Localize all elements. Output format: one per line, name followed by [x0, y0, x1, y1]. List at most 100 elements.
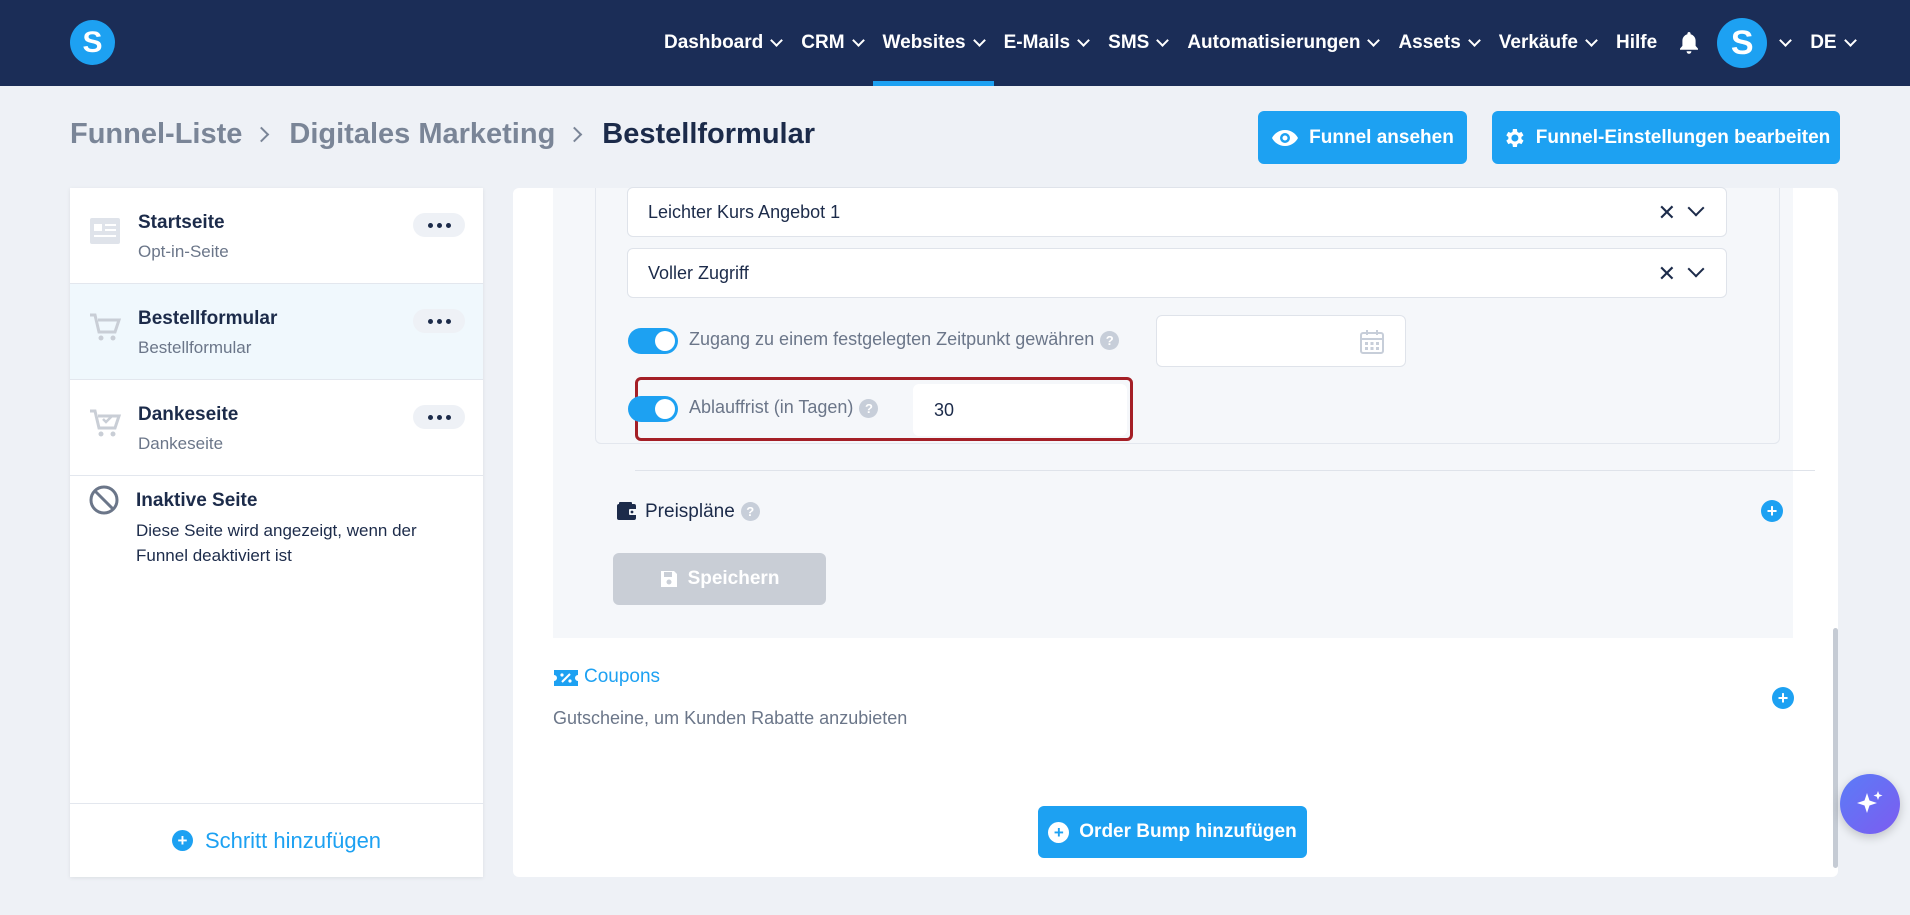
- order-bump-label: Order Bump hinzufügen: [1079, 821, 1297, 842]
- breadcrumb-funnel-list[interactable]: Funnel-Liste: [70, 118, 242, 151]
- main-nav: Dashboard CRM Websites E-Mails SMS Autom…: [654, 0, 1865, 86]
- chevron-down-icon[interactable]: [1687, 199, 1705, 217]
- cart-check-icon: [90, 409, 122, 437]
- top-navbar: S Dashboard CRM Websites E-Mails SMS Aut…: [0, 0, 1910, 86]
- step-subtitle: Bestellformular: [138, 338, 252, 357]
- chevron-right-icon: [254, 126, 270, 143]
- add-step-button[interactable]: + Schritt hinzufügen: [70, 803, 483, 877]
- step-title: Startseite: [138, 212, 225, 233]
- add-order-bump-button[interactable]: + Order Bump hinzufügen: [1038, 806, 1307, 858]
- step-title: Dankeseite: [138, 404, 239, 425]
- step-startseite[interactable]: Startseite Opt-in-Seite: [70, 188, 483, 284]
- inactive-page-description: Diese Seite wird angezeigt, wenn der Fun…: [136, 521, 417, 565]
- disabled-icon: [89, 485, 119, 515]
- coupon-icon: [554, 670, 578, 686]
- plus-circle-icon: +: [1048, 821, 1070, 843]
- step-subtitle: Opt-in-Seite: [138, 242, 229, 261]
- expiry-days-input[interactable]: 30: [913, 384, 1127, 436]
- nav-label: Dashboard: [664, 32, 764, 53]
- nav-sms[interactable]: SMS: [1098, 0, 1177, 86]
- nav-help[interactable]: Hilfe: [1606, 0, 1667, 86]
- nav-websites[interactable]: Websites: [872, 0, 994, 86]
- expiry-text: Ablauffrist (in Tagen): [689, 397, 854, 417]
- access-date-input[interactable]: [1156, 315, 1406, 367]
- step-menu-button[interactable]: [413, 405, 465, 429]
- edit-funnel-settings-button[interactable]: Funnel-Einstellungen bearbeiten: [1492, 111, 1840, 164]
- step-settings-panel: Leichter Kurs Angebot 1 ✕ Voller Zugriff…: [513, 187, 1838, 877]
- chevron-down-icon: [1367, 34, 1381, 47]
- help-icon[interactable]: ?: [740, 502, 760, 522]
- expiry-toggle[interactable]: [628, 396, 678, 422]
- nav-sales[interactable]: Verkäufe: [1489, 0, 1606, 86]
- nav-label: Automatisierungen: [1187, 32, 1361, 53]
- select-value: Leichter Kurs Angebot 1: [648, 201, 841, 222]
- price-plans-text: Preispläne: [645, 501, 735, 522]
- product-settings-section: Leichter Kurs Angebot 1 ✕ Voller Zugriff…: [553, 187, 1815, 638]
- step-menu-button[interactable]: [413, 213, 465, 237]
- price-plans-label: Preispläne?: [645, 501, 760, 523]
- chevron-down-icon: [972, 34, 986, 47]
- nav-label: Websites: [882, 32, 966, 53]
- chevron-down-icon[interactable]: [1687, 260, 1705, 278]
- language-label: DE: [1810, 32, 1837, 53]
- calendar-icon[interactable]: [1359, 329, 1385, 355]
- language-selector[interactable]: DE: [1802, 0, 1864, 86]
- breadcrumb-funnel[interactable]: Digitales Marketing: [289, 118, 555, 151]
- nav-automations[interactable]: Automatisierungen: [1177, 0, 1388, 86]
- coupons-description: Gutscheine, um Kunden Rabatte anzubieten: [553, 708, 908, 728]
- chevron-down-icon: [1077, 34, 1091, 47]
- cart-icon: [90, 313, 122, 341]
- access-level-select[interactable]: Voller Zugriff ✕: [627, 248, 1727, 298]
- user-avatar[interactable]: S: [1717, 18, 1768, 68]
- scheduled-access-text: Zugang zu einem festgelegten Zeitpunkt g…: [689, 329, 1095, 349]
- chevron-down-icon: [851, 34, 865, 47]
- chevron-down-icon: [1585, 34, 1598, 47]
- nav-label: CRM: [801, 32, 845, 53]
- step-menu-button[interactable]: [413, 309, 465, 333]
- chevron-down-icon[interactable]: [1779, 34, 1793, 47]
- gear-icon: [1506, 128, 1524, 147]
- breadcrumb: Funnel-Liste Digitales Marketing Bestell…: [70, 118, 815, 151]
- nav-emails[interactable]: E-Mails: [994, 0, 1099, 86]
- course-select[interactable]: Leichter Kurs Angebot 1 ✕: [627, 187, 1727, 237]
- select-value: Voller Zugriff: [648, 262, 749, 283]
- nav-label: Assets: [1398, 32, 1461, 53]
- inactive-page-title: Inaktive Seite: [136, 490, 258, 511]
- plus-circle-icon: +: [171, 830, 193, 851]
- chevron-down-icon: [1467, 34, 1481, 47]
- chevron-down-icon: [1156, 34, 1170, 47]
- nav-crm[interactable]: CRM: [791, 0, 872, 86]
- save-icon: [660, 571, 677, 587]
- clear-icon[interactable]: ✕: [1658, 261, 1676, 287]
- chevron-right-icon: [567, 126, 583, 143]
- ai-assistant-button[interactable]: [1840, 774, 1900, 834]
- expiry-label: Ablauffrist (in Tagen)?: [689, 397, 879, 418]
- page-icon: [90, 218, 120, 244]
- funnel-steps-sidebar: Startseite Opt-in-Seite Bestellformular …: [70, 188, 483, 877]
- view-funnel-button[interactable]: Funnel ansehen: [1258, 111, 1467, 164]
- nav-assets[interactable]: Assets: [1388, 0, 1488, 86]
- expiry-days-value: 30: [934, 399, 955, 420]
- scheduled-access-label: Zugang zu einem festgelegten Zeitpunkt g…: [689, 329, 1120, 350]
- step-bestellformular[interactable]: Bestellformular Bestellformular: [70, 284, 483, 380]
- scheduled-access-toggle[interactable]: [628, 328, 678, 354]
- chevron-down-icon: [1843, 34, 1857, 47]
- help-icon[interactable]: ?: [859, 398, 879, 418]
- step-dankeseite[interactable]: Dankeseite Dankeseite: [70, 380, 483, 476]
- help-icon[interactable]: ?: [1100, 330, 1120, 350]
- nav-label: SMS: [1108, 32, 1150, 53]
- step-subtitle: Dankeseite: [138, 434, 224, 453]
- chevron-down-icon: [770, 34, 784, 47]
- nav-dashboard[interactable]: Dashboard: [654, 0, 791, 86]
- sparkle-icon: [1857, 791, 1883, 813]
- add-price-plan-button[interactable]: +: [1761, 500, 1783, 522]
- clear-icon[interactable]: ✕: [1658, 200, 1676, 226]
- save-button[interactable]: Speichern: [613, 553, 826, 605]
- bell-icon[interactable]: [1667, 0, 1711, 86]
- app-logo[interactable]: S: [70, 20, 115, 65]
- nav-label: E-Mails: [1003, 32, 1071, 53]
- coupons-link[interactable]: Coupons: [584, 666, 660, 688]
- scrollbar[interactable]: [1833, 628, 1838, 868]
- save-label: Speichern: [687, 568, 780, 589]
- add-coupon-button[interactable]: +: [1772, 687, 1794, 709]
